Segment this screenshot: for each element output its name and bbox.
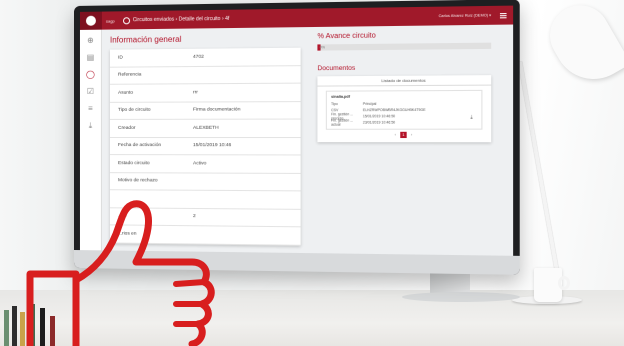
app-logo[interactable] (79, 11, 102, 30)
info-row: Creador ALEXBETH (109, 119, 301, 138)
row-value (193, 181, 301, 182)
mug-handle (558, 276, 570, 290)
advance-title: % Avance circuito (317, 32, 376, 41)
row-value: Firma documentación (192, 107, 241, 113)
circuit-ring-icon (122, 16, 130, 24)
advance-value: 0% (319, 44, 325, 50)
doc-key: Tipo (331, 101, 338, 107)
info-row: Asunto rrr (109, 83, 301, 103)
info-row: ID 4702 (109, 47, 301, 68)
info-row: Estado circuito Activo (109, 155, 301, 174)
doc-key: Fin. gestión ... actual (331, 118, 354, 127)
circle-arrow-icon[interactable]: ⊕ (86, 36, 95, 45)
advance-progress-bar: 0% (317, 42, 492, 51)
documents-title: Documentos (317, 64, 356, 73)
doc-value: ELHZRWPOBWBR4JKGGUH5K4T9GE (362, 107, 426, 113)
ring-icon[interactable]: ◯ (86, 70, 95, 79)
document-item[interactable]: sinalia.pdf Tipo Principal CSV ELHZRWPOBWB… (325, 89, 483, 130)
document-line: Fin. gestión ... actual 23/01/2019 10:46:… (331, 118, 477, 127)
row-value: Activo (192, 161, 207, 167)
doc-value: 23/01/2019 10:46:50 (362, 120, 396, 125)
info-row: Tipo de circuito Firma documentación (109, 101, 301, 120)
row-value: rrr (192, 90, 198, 96)
download-icon[interactable]: ⤓ (86, 121, 95, 130)
list-icon[interactable]: ≡ (86, 104, 95, 113)
row-key: Estado circuito (117, 160, 150, 167)
pager-next[interactable]: › (411, 133, 412, 137)
row-key: Asunto (117, 90, 134, 96)
row-value: 4702 (192, 54, 204, 60)
row-value: ALEXBETH (192, 125, 219, 131)
documents-table-header: Listado de documentos (317, 75, 492, 87)
row-value (193, 74, 301, 75)
document-name[interactable]: sinalia.pdf (331, 94, 477, 99)
pencil (20, 312, 25, 346)
download-doc-icon[interactable]: ⤓ (470, 113, 477, 118)
row-key: Referencia (117, 72, 142, 78)
info-row: Referencia (109, 65, 301, 85)
check-icon[interactable]: ☑ (86, 87, 95, 96)
pencil (4, 310, 9, 346)
row-key: Creador (117, 125, 136, 131)
thumbs-up-icon (26, 200, 215, 346)
pager-prev[interactable]: ‹ (395, 133, 396, 137)
user-menu[interactable]: Carlos Alvarez Ruiz (DEMO) ▾ (439, 13, 492, 18)
row-key: Fecha de activación (117, 143, 162, 149)
monitor-stand-base (402, 292, 520, 302)
row-key: Tipo de circuito (117, 107, 151, 114)
pencil (12, 306, 17, 346)
info-row: Motivo de rechazo (109, 172, 301, 192)
row-key: ID (117, 55, 123, 61)
status-panel: % Avance circuito 0% Documentos Listado … (317, 31, 492, 143)
info-row: Fecha de activación 15/01/2019 10:46 (109, 137, 301, 156)
document-icon[interactable]: ▤ (86, 53, 95, 62)
documents-card: Listado de documentos sinalia.pdf Tipo Pr… (317, 75, 492, 143)
doc-value: 15/01/2019 10:46:50 (362, 114, 396, 119)
row-value: 15/01/2019 10:46 (192, 143, 232, 149)
pager-current[interactable]: 1 (400, 131, 407, 139)
app-name: sagp (105, 17, 115, 24)
general-info-title: Información general (109, 34, 182, 45)
breadcrumb[interactable]: Circuitos enviados › Detalle del circuit… (133, 16, 230, 23)
menu-icon[interactable] (499, 12, 507, 18)
documents-pager: ‹ 1 › (317, 131, 491, 139)
doc-value: Principal (362, 101, 377, 106)
row-key: Motivo de rechazo (117, 178, 158, 184)
